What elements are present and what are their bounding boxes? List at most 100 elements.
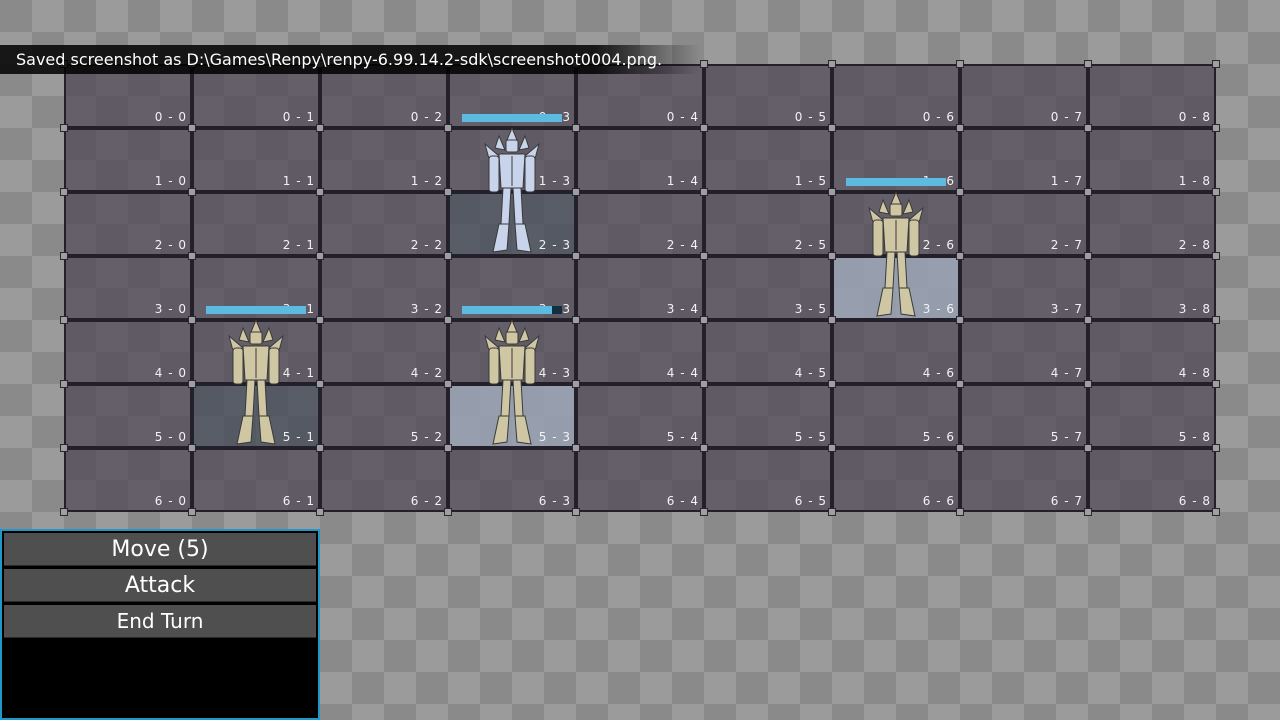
grid-cell-6-1[interactable]: 6 - 1 — [192, 448, 320, 512]
move-button[interactable]: Move (5) — [4, 533, 316, 566]
grid-node — [572, 252, 580, 260]
grid-cell-6-6[interactable]: 6 - 6 — [832, 448, 960, 512]
grid-node — [1212, 380, 1220, 388]
grid-cell-3-7[interactable]: 3 - 7 — [960, 256, 1088, 320]
grid-cell-5-7[interactable]: 5 - 7 — [960, 384, 1088, 448]
grid-cell-0-7[interactable]: 0 - 7 — [960, 64, 1088, 128]
grid-node — [60, 380, 68, 388]
grid-cell-label: 4 - 7 — [1050, 366, 1083, 380]
tan-mech-unit-icon[interactable] — [221, 318, 291, 448]
grid-node — [188, 444, 196, 452]
screenshot-notification: Saved screenshot as D:\Games\Renpy\renpy… — [0, 45, 700, 74]
unit-hp-bar — [206, 306, 306, 314]
grid-cell-label: 1 - 7 — [1050, 174, 1083, 188]
grid-node — [188, 188, 196, 196]
grid-cell-label: 1 - 5 — [794, 174, 827, 188]
grid-cell-1-1[interactable]: 1 - 1 — [192, 128, 320, 192]
grid-cell-label: 1 - 4 — [666, 174, 699, 188]
grid-cell-2-0[interactable]: 2 - 0 — [64, 192, 192, 256]
grid-cell-6-8[interactable]: 6 - 8 — [1088, 448, 1216, 512]
grid-cell-0-5[interactable]: 0 - 5 — [704, 64, 832, 128]
grid-cell-2-5[interactable]: 2 - 5 — [704, 192, 832, 256]
grid-node — [316, 316, 324, 324]
grid-cell-5-5[interactable]: 5 - 5 — [704, 384, 832, 448]
grid-node — [1084, 508, 1092, 516]
grid-node — [1084, 188, 1092, 196]
grid-node — [828, 252, 836, 260]
unit-hp-bar — [846, 178, 946, 186]
grid-cell-3-0[interactable]: 3 - 0 — [64, 256, 192, 320]
grid-node — [572, 124, 580, 132]
grid-cell-2-1[interactable]: 2 - 1 — [192, 192, 320, 256]
grid-cell-label: 4 - 8 — [1178, 366, 1211, 380]
tan-mech-unit-icon[interactable] — [477, 318, 547, 448]
grid-cell-label: 1 - 1 — [282, 174, 315, 188]
grid-cell-4-4[interactable]: 4 - 4 — [576, 320, 704, 384]
grid-cell-1-8[interactable]: 1 - 8 — [1088, 128, 1216, 192]
grid-cell-6-3[interactable]: 6 - 3 — [448, 448, 576, 512]
grid-cell-6-7[interactable]: 6 - 7 — [960, 448, 1088, 512]
grid-cell-4-6[interactable]: 4 - 6 — [832, 320, 960, 384]
grid-cell-6-4[interactable]: 6 - 4 — [576, 448, 704, 512]
grid-node — [700, 380, 708, 388]
grid-cell-label: 6 - 6 — [922, 494, 955, 508]
grid-node — [828, 444, 836, 452]
grid-cell-label: 5 - 6 — [922, 430, 955, 444]
grid-cell-1-5[interactable]: 1 - 5 — [704, 128, 832, 192]
end-turn-button[interactable]: End Turn — [4, 605, 316, 638]
grid-cell-3-2[interactable]: 3 - 2 — [320, 256, 448, 320]
grid-cell-2-8[interactable]: 2 - 8 — [1088, 192, 1216, 256]
attack-button[interactable]: Attack — [4, 569, 316, 602]
grid-cell-4-0[interactable]: 4 - 0 — [64, 320, 192, 384]
grid-cell-label: 6 - 5 — [794, 494, 827, 508]
tan-mech-unit-icon[interactable] — [861, 190, 931, 320]
grid-node — [1084, 124, 1092, 132]
grid-cell-2-4[interactable]: 2 - 4 — [576, 192, 704, 256]
grid-cell-1-0[interactable]: 1 - 0 — [64, 128, 192, 192]
grid-cell-5-6[interactable]: 5 - 6 — [832, 384, 960, 448]
grid-cell-6-2[interactable]: 6 - 2 — [320, 448, 448, 512]
grid-cell-5-0[interactable]: 5 - 0 — [64, 384, 192, 448]
grid-cell-2-7[interactable]: 2 - 7 — [960, 192, 1088, 256]
grid-node — [1212, 316, 1220, 324]
grid-cell-label: 4 - 0 — [154, 366, 187, 380]
grid-cell-1-2[interactable]: 1 - 2 — [320, 128, 448, 192]
grid-cell-label: 1 - 2 — [410, 174, 443, 188]
blue-mech-unit-icon[interactable] — [477, 126, 547, 256]
grid-node — [188, 124, 196, 132]
grid-cell-5-8[interactable]: 5 - 8 — [1088, 384, 1216, 448]
unit-hp-bar — [462, 114, 562, 122]
grid-cell-label: 6 - 2 — [410, 494, 443, 508]
grid-node — [444, 444, 452, 452]
grid-node — [828, 188, 836, 196]
unit-hp-fill — [462, 306, 552, 314]
grid-cell-4-2[interactable]: 4 - 2 — [320, 320, 448, 384]
grid-cell-6-0[interactable]: 6 - 0 — [64, 448, 192, 512]
grid-cell-4-8[interactable]: 4 - 8 — [1088, 320, 1216, 384]
grid-cell-4-5[interactable]: 4 - 5 — [704, 320, 832, 384]
grid-cell-3-4[interactable]: 3 - 4 — [576, 256, 704, 320]
grid-cell-5-4[interactable]: 5 - 4 — [576, 384, 704, 448]
grid-cell-5-2[interactable]: 5 - 2 — [320, 384, 448, 448]
grid-cell-0-6[interactable]: 0 - 6 — [832, 64, 960, 128]
grid-cell-2-2[interactable]: 2 - 2 — [320, 192, 448, 256]
grid-cell-label: 0 - 0 — [154, 110, 187, 124]
grid-cell-label: 6 - 8 — [1178, 494, 1211, 508]
grid-node — [956, 124, 964, 132]
grid-node — [956, 188, 964, 196]
grid-cell-1-4[interactable]: 1 - 4 — [576, 128, 704, 192]
grid-cell-label: 5 - 0 — [154, 430, 187, 444]
grid-cell-0-8[interactable]: 0 - 8 — [1088, 64, 1216, 128]
grid-cell-label: 4 - 6 — [922, 366, 955, 380]
grid-node — [1084, 444, 1092, 452]
grid-cell-3-5[interactable]: 3 - 5 — [704, 256, 832, 320]
grid-cell-6-5[interactable]: 6 - 5 — [704, 448, 832, 512]
grid-node — [60, 252, 68, 260]
action-menu: Move (5) Attack End Turn — [0, 529, 320, 720]
grid-cell-1-7[interactable]: 1 - 7 — [960, 128, 1088, 192]
grid-cell-label: 6 - 0 — [154, 494, 187, 508]
grid-node — [572, 508, 580, 516]
grid-cell-3-8[interactable]: 3 - 8 — [1088, 256, 1216, 320]
grid-cell-label: 0 - 5 — [794, 110, 827, 124]
grid-cell-4-7[interactable]: 4 - 7 — [960, 320, 1088, 384]
